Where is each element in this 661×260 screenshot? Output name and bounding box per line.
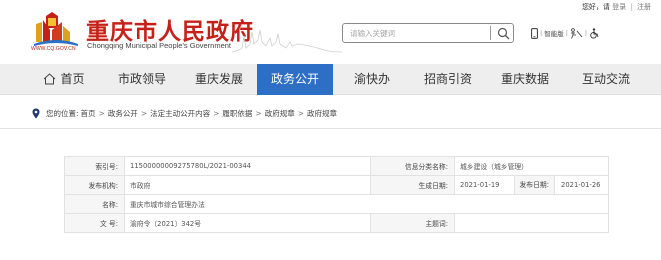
nav-item-data[interactable]: 重庆数据	[487, 64, 563, 95]
mobile-phone-icon	[531, 27, 538, 39]
search-icon	[497, 27, 509, 39]
accessibility-icon	[570, 27, 583, 39]
publisher-value: 市政府	[124, 175, 371, 195]
breadcrumb-item-regulations-current[interactable]: 政府规章	[307, 108, 337, 119]
wheelchair-icon	[590, 27, 599, 39]
smart-version-button[interactable]: 智能版	[544, 28, 564, 38]
category-value: 城乡建设（城乡管理）	[454, 156, 609, 176]
table-row: 名称: 重庆市城市综合管理办法	[64, 194, 609, 214]
index-number-value: 11500000009275780L/2021-00344	[124, 156, 371, 176]
nav-home-label: 首页	[60, 72, 85, 86]
table-row: 发布机构: 市政府 生成日期: 2021-01-19 发布日期: 2021-01-…	[64, 175, 609, 195]
search-button[interactable]	[493, 25, 513, 41]
login-link[interactable]: 登录	[612, 3, 626, 11]
nav-item-government-affairs[interactable]: 政务公开	[257, 64, 333, 95]
nav-item-investment[interactable]: 招商引资	[410, 64, 486, 95]
tools-separator: |	[540, 29, 543, 37]
breadcrumb-separator: >	[297, 108, 305, 118]
breadcrumb-prefix: 您的位置:	[46, 108, 79, 118]
breadcrumb: 您的位置: 首页 > 政务公开 > 法定主动公开内容 > 履职依据 > 政府规章…	[32, 106, 337, 120]
breadcrumb-item-statutory[interactable]: 法定主动公开内容	[150, 108, 210, 119]
tools-separator: |	[584, 29, 588, 37]
site-header: 您好，请 登录 | 注册 WWW.CQ.GOV.CN 重庆市人民政府 Chong…	[0, 0, 661, 62]
breadcrumb-item-duties[interactable]: 履职依据	[222, 108, 252, 119]
skyline-decoration-icon	[232, 29, 342, 53]
created-date-label: 生成日期:	[370, 175, 455, 195]
content-divider	[0, 128, 661, 129]
breadcrumb-separator: >	[213, 108, 220, 118]
location-pin-icon	[32, 108, 40, 118]
nav-item-yu-kuai-ban[interactable]: 渝快办	[334, 64, 410, 95]
search-box	[342, 23, 514, 43]
published-date-label: 发布日期:	[515, 176, 555, 194]
greeting-text: 您好，请	[581, 3, 610, 11]
breadcrumb-separator: >	[98, 108, 105, 118]
nav-item-leaders[interactable]: 市政领导	[104, 64, 180, 95]
table-row: 索引号: 11500000009275780L/2021-00344 信息分类名…	[64, 156, 609, 176]
document-name-label: 名称:	[64, 194, 125, 214]
tools-separator: |	[565, 29, 568, 37]
table-row: 文 号: 渝府令〔2021〕342号 主题词:	[64, 213, 609, 233]
nav-item-development[interactable]: 重庆发展	[181, 64, 257, 95]
publisher-label: 发布机构:	[64, 175, 125, 195]
breadcrumb-separator: >	[255, 108, 262, 118]
index-number-label: 索引号:	[64, 156, 125, 176]
barrier-free-button[interactable]	[589, 27, 600, 39]
breadcrumb-separator: >	[140, 108, 148, 118]
site-subtitle: Chongqing Municipal People's Government	[87, 41, 232, 50]
search-divider	[490, 26, 491, 40]
document-name-value: 重庆市城市综合管理办法	[124, 194, 609, 214]
main-nav: 首页 市政领导 重庆发展 政务公开 渝快办 招商引资 重庆数据 互动交流	[0, 64, 661, 95]
nav-item-home[interactable]: 首页	[28, 64, 100, 95]
site-url: WWW.CQ.GOV.CN	[31, 46, 76, 52]
subject-words-label: 主题词:	[370, 213, 455, 233]
header-tools: | 智能版 | |	[531, 26, 600, 40]
category-label: 信息分类名称:	[370, 156, 455, 176]
top-link-separator: |	[630, 3, 633, 11]
document-number-label: 文 号:	[64, 213, 125, 233]
subject-words-value	[454, 213, 609, 233]
breadcrumb-item-regulations[interactable]: 政府规章	[265, 108, 295, 119]
created-date-value: 2021-01-19	[454, 175, 515, 195]
top-links: 您好，请 登录 | 注册	[582, 2, 651, 12]
search-input[interactable]	[345, 25, 485, 41]
breadcrumb-item-government-affairs[interactable]: 政务公开	[108, 108, 138, 119]
published-date-value: 2021-01-26	[561, 181, 601, 189]
published-date-cell: 发布日期: 2021-01-26	[514, 175, 609, 195]
breadcrumb-item-home[interactable]: 首页	[81, 108, 96, 119]
document-number-value: 渝府令〔2021〕342号	[124, 213, 371, 233]
register-link[interactable]: 注册	[637, 3, 651, 11]
document-info-table: 索引号: 11500000009275780L/2021-00344 信息分类名…	[64, 156, 609, 233]
nav-item-interaction[interactable]: 互动交流	[568, 64, 644, 95]
elder-care-button[interactable]	[570, 27, 583, 39]
mobile-version-button[interactable]	[531, 27, 538, 39]
home-icon	[44, 73, 56, 85]
